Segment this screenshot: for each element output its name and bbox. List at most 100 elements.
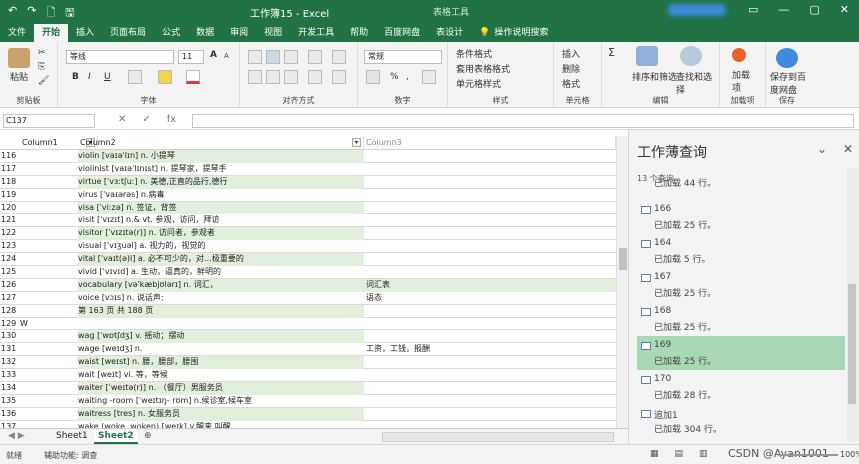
row-number[interactable]: 119 [0,189,20,202]
query-item[interactable]: 已加载 44 行。 [637,170,845,192]
conditional-format-button[interactable]: 条件格式 [456,47,492,60]
row-number[interactable]: 128 [0,305,20,318]
row-number[interactable]: 133 [0,369,20,382]
scroll-thumb[interactable] [619,248,627,270]
tab-sheet2[interactable]: Sheet2 [94,429,138,444]
row-number[interactable]: 116 [0,150,20,163]
cell-column3[interactable]: 语态 [364,292,616,305]
cell-column2[interactable]: waiting -room [ˈweɪtɪŋ- rʊm] n.候诊室,候车室 [78,395,364,408]
query-item[interactable]: 167 已加载 25 行。 [637,268,845,302]
row-number[interactable]: 136 [0,408,20,421]
row-number[interactable]: 129 [0,318,20,331]
autosum-icon[interactable]: Σ [608,46,615,59]
sort-filter-button[interactable]: 排序和筛选 [632,70,677,83]
row-number[interactable]: 124 [0,253,20,266]
cell-column2[interactable]: virtue [ˈvɜːtʃuː] n. 美德,正直的品行,德行 [78,175,364,189]
align-top-icon[interactable] [248,50,262,64]
format-cells-button[interactable]: 格式 [562,77,580,90]
tab-table-design[interactable]: 表设计 [428,24,471,42]
query-item[interactable]: 追加1 已加载 304 行。 [637,404,845,438]
tab-page-layout[interactable]: 页面布局 [102,24,154,42]
save-to-baidu-button[interactable]: 保存到百度网盘 [770,70,806,96]
cell-column2[interactable]: waist [weɪst] n. 腰，腰部，腰围 [78,356,364,370]
merge-center-icon[interactable] [332,70,346,84]
enter-icon[interactable]: ✓ [142,114,150,125]
tab-review[interactable]: 审阅 [222,24,256,42]
align-left-icon[interactable] [248,70,262,84]
currency-icon[interactable] [366,70,380,84]
column2-header[interactable]: Column2 ▾ [78,136,364,150]
decimal-icon[interactable] [422,70,436,84]
addins-icon[interactable] [732,48,746,62]
tab-help[interactable]: 帮助 [342,24,376,42]
font-family-select[interactable]: 等线 [66,50,174,64]
tab-data[interactable]: 数据 [188,24,222,42]
tab-formulas[interactable]: 公式 [154,24,188,42]
row-number[interactable]: 137 [0,421,20,428]
close-pane-icon[interactable]: ✕ [843,142,853,156]
cancel-icon[interactable]: ✕ [118,114,126,125]
percent-button[interactable]: % [390,72,399,82]
tab-view[interactable]: 视图 [256,24,290,42]
filter-dropdown-icon[interactable]: ▾ [352,138,361,147]
row-number[interactable]: 126 [0,279,20,292]
font-color-icon[interactable] [186,70,200,84]
column3-header[interactable]: Column3 [364,136,616,150]
tab-baidu[interactable]: 百度网盘 [376,24,428,42]
name-box[interactable]: C137 [3,114,95,128]
format-painter-icon[interactable]: 🖌 [38,76,49,86]
row-number[interactable]: 131 [0,343,20,356]
cell-column2[interactable]: 第 163 页 共 188 页 [78,304,364,318]
row-number[interactable]: 122 [0,227,20,240]
align-center-icon[interactable] [266,70,280,84]
row-number[interactable]: 130 [0,330,20,343]
cell-column2[interactable]: virus [ˈvaɪərəs] n.病毒 [78,189,364,202]
borders-icon[interactable] [128,70,142,84]
query-item[interactable]: 166 已加载 25 行。 [637,200,845,234]
accessibility-status[interactable]: 辅助功能: 调查 [44,450,97,461]
paste-icon[interactable] [8,48,30,68]
chevron-down-icon[interactable]: ⌄ [817,142,827,156]
insert-function-icon[interactable]: fx [167,114,176,125]
cell-column1[interactable]: W [20,318,78,331]
row-number[interactable]: 127 [0,292,20,305]
tab-home[interactable]: 开始 [34,24,69,42]
page-break-view-icon[interactable]: ▥ [699,449,708,459]
row-number[interactable]: 123 [0,240,20,253]
cell-column2[interactable]: violin [vaɪəˈlɪn] n. 小提琴 [78,150,364,163]
addins-button[interactable]: 加载项 [732,68,754,94]
new-file-icon[interactable]: 🗋 [46,4,55,23]
tab-sheet1[interactable]: Sheet1 [52,429,92,444]
save-icon[interactable]: 🖫 [65,4,74,23]
tab-developer[interactable]: 开发工具 [290,24,342,42]
cell-column2[interactable]: wag [ˈwɒtʃdʒ] v. 摇动；摆动 [78,330,364,344]
cell-column3[interactable]: 词汇表 [364,278,616,292]
find-select-button[interactable]: 查找和选择 [676,70,719,96]
cut-icon[interactable]: ✂ [38,48,46,58]
row-number[interactable]: 117 [0,163,20,176]
number-format-select[interactable]: 常规 [364,50,442,64]
query-item[interactable]: 169 已加载 25 行。 [637,336,845,370]
formula-input[interactable] [192,114,854,128]
cell-column2[interactable]: visa [ˈviːzə] n. 签证，背签 [78,201,364,215]
cell-column2[interactable]: visual [ˈvɪʒuəl] a. 视力的，视觉的 [78,240,364,253]
close-icon[interactable]: ✕ [840,3,849,16]
italic-button[interactable]: I [88,72,91,82]
cell-column2[interactable]: wait [weɪt] vi. 等，等候 [78,369,364,382]
font-size-select[interactable]: 11 [178,50,204,64]
cell-column2[interactable]: violinist [vaɪəˈlɪnɪst] n. 提琴家，提琴手 [78,163,364,176]
cell-column2[interactable]: visit [ˈvɪzɪt] n.& vt. 参观，访问，拜访 [78,214,364,227]
comma-button[interactable]: , [406,72,409,82]
query-item[interactable]: 168 已加载 25 行。 [637,302,845,336]
page-layout-view-icon[interactable]: ▤ [675,449,684,459]
align-right-icon[interactable] [284,70,298,84]
pane-scrollbar[interactable] [847,168,857,442]
cell-column2[interactable]: vivid [ˈvɪvɪd] a. 生动，逼真的，鲜明的 [78,266,364,279]
wrap-text-icon[interactable] [332,50,346,64]
normal-view-icon[interactable]: ▦ [650,449,659,459]
cell-column3[interactable]: 工资，工钱，报酬 [364,343,616,356]
sheet-nav-icon[interactable]: ◀ ▶ [4,429,29,444]
pane-scroll-thumb[interactable] [848,284,856,404]
row-number[interactable]: 120 [0,202,20,215]
cell-column2[interactable]: voice [vɔɪs] n. 说话声; [78,292,364,305]
